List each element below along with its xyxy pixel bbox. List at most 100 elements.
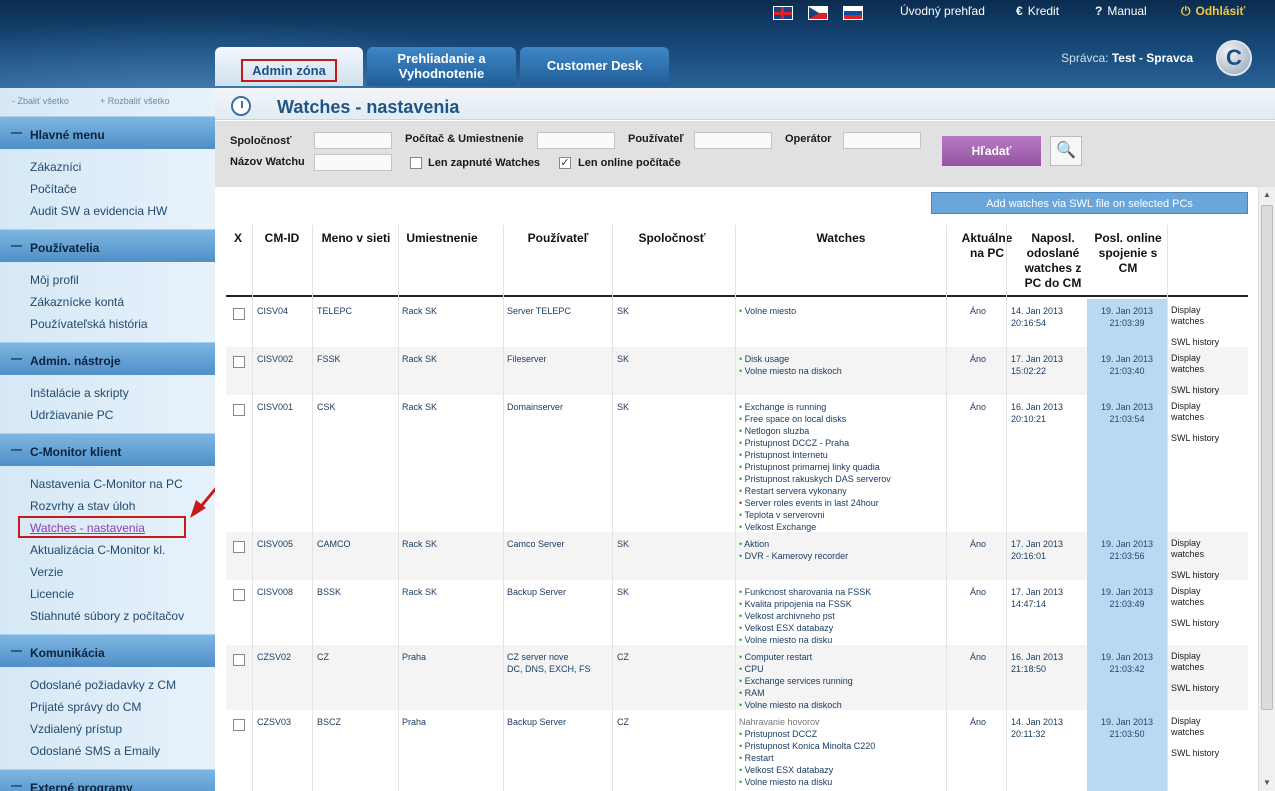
swl-history-link[interactable]: SWL history bbox=[1171, 433, 1219, 444]
sidebar-item-downloaded-files[interactable]: Stiahnuté súbory z počítačov bbox=[30, 609, 184, 623]
collapse-all-link[interactable]: - Zbaliť všetko bbox=[12, 96, 69, 106]
row-cmid: CZSV02 bbox=[257, 652, 292, 662]
watch-item[interactable]: Volne miesto bbox=[739, 305, 797, 317]
operator-input[interactable] bbox=[843, 132, 921, 149]
display-watches-link[interactable]: Display watches bbox=[1171, 651, 1219, 673]
watch-item[interactable]: Restart bbox=[739, 752, 875, 764]
add-swl-button[interactable]: Add watches via SWL file on selected PCs bbox=[931, 192, 1248, 214]
row-checkbox[interactable] bbox=[233, 654, 245, 666]
watch-item[interactable]: Volne miesto na disku bbox=[739, 776, 875, 788]
watch-item[interactable]: Funkcnost sharovania na FSSK bbox=[739, 586, 872, 598]
watch-item[interactable]: Nahravanie hovorov bbox=[739, 716, 875, 728]
display-watches-link[interactable]: Display watches bbox=[1171, 305, 1219, 327]
watch-item[interactable]: Aktion bbox=[739, 538, 848, 550]
section-communication[interactable]: Komunikácia bbox=[0, 634, 215, 667]
display-watches-link[interactable]: Display watches bbox=[1171, 716, 1219, 738]
watch-item[interactable]: Volne miesto na diskoch bbox=[739, 365, 842, 377]
section-main-menu[interactable]: Hlavné menu bbox=[0, 116, 215, 149]
row-checkbox[interactable] bbox=[233, 541, 245, 553]
row-checkbox[interactable] bbox=[233, 589, 245, 601]
watch-item[interactable]: CPU bbox=[739, 663, 853, 675]
sidebar-item-customers[interactable]: Zákazníci bbox=[30, 160, 81, 174]
swl-history-link[interactable]: SWL history bbox=[1171, 683, 1219, 694]
only-enabled-checkbox[interactable] bbox=[410, 157, 422, 169]
sidebar-item-customer-accounts[interactable]: Zákaznícke kontá bbox=[30, 295, 124, 309]
watch-item[interactable]: RAM bbox=[739, 687, 853, 699]
watch-item[interactable]: Netlogon sluzba bbox=[739, 425, 891, 437]
sidebar-item-versions[interactable]: Verzie bbox=[30, 565, 63, 579]
sidebar-item-computers[interactable]: Počítače bbox=[30, 182, 77, 196]
logout-link[interactable]: ⏻ Odhlásiť bbox=[1181, 4, 1245, 19]
sidebar-item-licenses[interactable]: Licencie bbox=[30, 587, 74, 601]
display-watches-link[interactable]: Display watches bbox=[1171, 586, 1219, 608]
section-users[interactable]: Používatelia bbox=[0, 229, 215, 262]
row-cmid: CISV04 bbox=[257, 306, 289, 316]
watch-item[interactable]: Exchange services running bbox=[739, 675, 853, 687]
watch-item[interactable]: Disk usage bbox=[739, 353, 842, 365]
watch-item[interactable]: Free space on local disks bbox=[739, 413, 891, 425]
row-checkbox[interactable] bbox=[233, 356, 245, 368]
section-cmonitor-client[interactable]: C-Monitor klient bbox=[0, 433, 215, 466]
watch-item[interactable]: Pristupnost Internetu bbox=[739, 449, 891, 461]
tab-customer-desk[interactable]: Customer Desk bbox=[520, 47, 669, 86]
sidebar-item-sent-requests[interactable]: Odoslané požiadavky z CM bbox=[30, 678, 176, 692]
sidebar-item-maintenance[interactable]: Udržiavanie PC bbox=[30, 408, 113, 422]
watch-item[interactable]: Pristupnost primarnej linky quadia bbox=[739, 461, 891, 473]
only-online-checkbox[interactable]: ✓ bbox=[559, 157, 571, 169]
watch-item[interactable]: Pristupnost Konica Minolta C220 bbox=[739, 740, 876, 752]
watch-item[interactable]: Velkost archivneho pst bbox=[739, 610, 871, 622]
english-flag-icon[interactable] bbox=[773, 6, 793, 20]
expand-all-link[interactable]: + Rozbaliť všetko bbox=[100, 96, 170, 106]
watch-item[interactable]: Restart servera vykonany bbox=[739, 485, 891, 497]
sidebar-item-remote-access[interactable]: Vzdialený prístup bbox=[30, 722, 122, 736]
slovak-flag-icon[interactable] bbox=[843, 6, 863, 20]
watch-item[interactable]: Teplota v serverovni bbox=[739, 509, 891, 521]
sidebar-item-installs[interactable]: Inštalácie a skripty bbox=[30, 386, 129, 400]
row-checkbox[interactable] bbox=[233, 404, 245, 416]
manual-link[interactable]: ? Manual bbox=[1095, 4, 1147, 18]
overview-link[interactable]: Úvodný prehľad bbox=[900, 4, 985, 18]
watch-item[interactable]: Kvalita pripojenia na FSSK bbox=[739, 598, 871, 610]
scroll-thumb[interactable] bbox=[1261, 205, 1273, 710]
tab-admin-zone[interactable]: Admin zóna bbox=[215, 47, 363, 86]
user-input[interactable] bbox=[694, 132, 772, 149]
tab-review-evaluation[interactable]: Prehliadanie a Vyhodnotenie bbox=[367, 47, 516, 86]
credit-link[interactable]: € Kredit bbox=[1016, 4, 1059, 18]
watch-item[interactable]: Pristupnost rakuskych DAS serverov bbox=[739, 473, 891, 485]
sidebar-item-user-history[interactable]: Používateľská história bbox=[30, 317, 148, 331]
row-checkbox[interactable] bbox=[233, 308, 245, 320]
sidebar-item-my-profile[interactable]: Môj profil bbox=[30, 273, 79, 287]
watch-item[interactable]: Exchange is running bbox=[739, 401, 891, 413]
scroll-down-icon[interactable]: ▼ bbox=[1259, 775, 1275, 791]
sidebar-item-audit[interactable]: Audit SW a evidencia HW bbox=[30, 204, 167, 218]
sidebar-item-received-messages[interactable]: Prijaté správy do CM bbox=[30, 700, 141, 714]
watch-item[interactable]: Computer restart bbox=[739, 651, 853, 663]
section-admin-tools[interactable]: Admin. nástroje bbox=[0, 342, 215, 375]
display-watches-link[interactable]: Display watches bbox=[1171, 401, 1219, 423]
sidebar-item-sent-sms[interactable]: Odoslané SMS a Emaily bbox=[30, 744, 160, 758]
swl-history-link[interactable]: SWL history bbox=[1171, 618, 1219, 629]
watch-item[interactable]: DVR - Kamerovy recorder bbox=[739, 550, 849, 562]
row-checkbox[interactable] bbox=[233, 719, 245, 731]
c-monitor-logo: C bbox=[1216, 40, 1252, 76]
section-external-programs[interactable]: Externé programy bbox=[0, 769, 215, 791]
swl-history-link[interactable]: SWL history bbox=[1171, 748, 1219, 759]
sidebar-item-schedules[interactable]: Rozvrhy a stav úloh bbox=[30, 499, 135, 513]
czech-flag-icon[interactable] bbox=[808, 6, 828, 20]
search-button[interactable]: Hľadať bbox=[942, 136, 1041, 166]
watch-item[interactable]: Pristupnost DCCZ bbox=[739, 728, 875, 740]
scroll-up-icon[interactable]: ▲ bbox=[1259, 187, 1275, 203]
zoom-search-icon[interactable]: 🔍 bbox=[1050, 136, 1082, 166]
watch-item[interactable]: Velkost ESX databazy bbox=[739, 622, 871, 634]
watch-item[interactable]: Server roles events in last 24hour bbox=[739, 497, 891, 509]
display-watches-link[interactable]: Display watches bbox=[1171, 353, 1219, 375]
display-watches-link[interactable]: Display watches bbox=[1171, 538, 1219, 560]
sidebar-item-cmonitor-update[interactable]: Aktualizácia C-Monitor kl. bbox=[30, 543, 165, 557]
company-input[interactable] bbox=[314, 132, 392, 149]
watch-item[interactable]: Velkost ESX databazy bbox=[739, 764, 875, 776]
sidebar-item-cmonitor-settings[interactable]: Nastavenia C-Monitor na PC bbox=[30, 477, 183, 491]
watch-item[interactable]: Pristupnost DCCZ - Praha bbox=[739, 437, 891, 449]
vertical-scrollbar[interactable]: ▲ ▼ bbox=[1258, 187, 1275, 791]
watch-name-input[interactable] bbox=[314, 154, 392, 171]
computer-location-input[interactable] bbox=[537, 132, 615, 149]
